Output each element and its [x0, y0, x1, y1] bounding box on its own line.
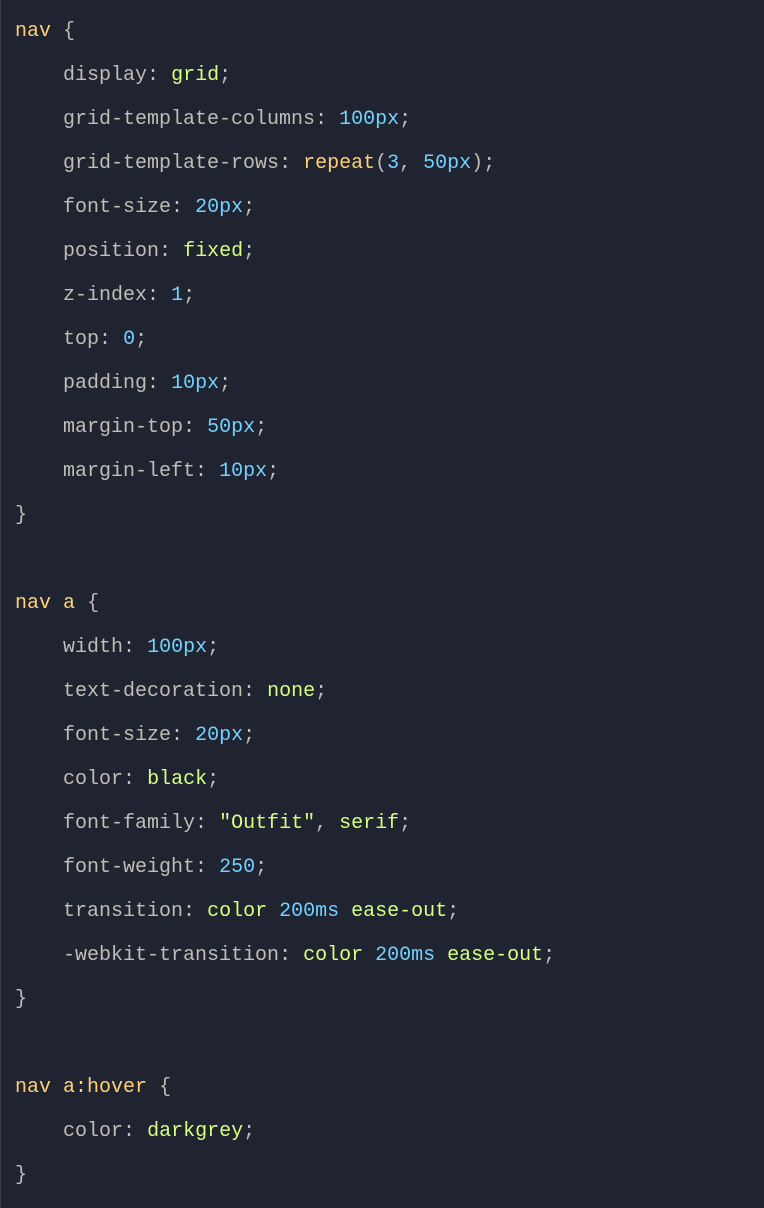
css-code-block: nav { display: grid; grid-template-colum… — [15, 10, 750, 1198]
